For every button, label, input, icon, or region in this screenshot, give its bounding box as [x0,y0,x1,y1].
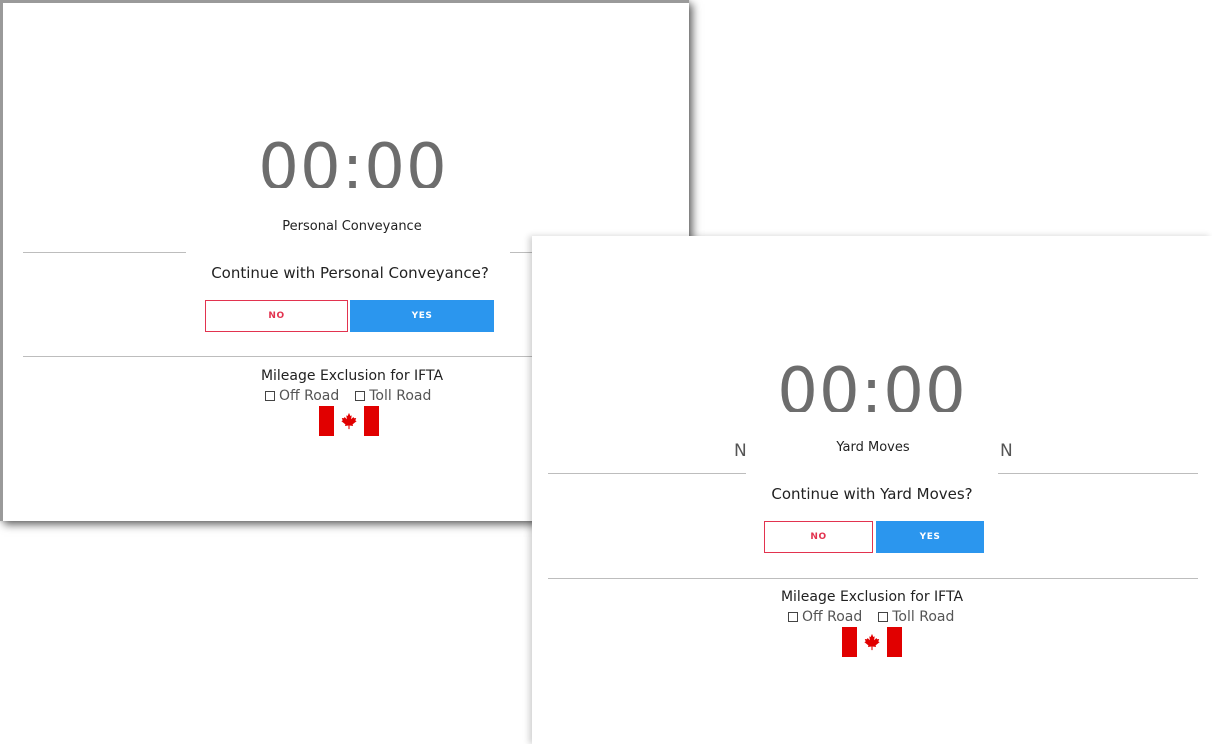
background-text: N [1000,441,1013,461]
no-button[interactable]: NO [205,300,348,332]
off-road-checkbox[interactable]: Off Road [788,609,862,625]
divider [23,356,533,357]
off-road-label: Off Road [279,388,340,404]
mileage-exclusion-title: Mileage Exclusion for IFTA [260,368,444,384]
off-road-label: Off Road [802,609,863,625]
checkbox-icon [265,391,275,401]
status-title: Yard Moves [836,440,910,455]
divider [548,473,746,474]
checkbox-icon [788,612,798,622]
toll-road-label: Toll Road [369,388,432,404]
toll-road-checkbox[interactable]: Toll Road [878,609,954,625]
checkbox-icon [878,612,889,622]
mileage-options: Off Road Toll Road [265,388,431,404]
divider [23,252,186,253]
status-title: Personal Conveyance [282,219,422,234]
toll-road-checkbox[interactable]: Toll Road [355,388,431,404]
confirmation-question: Continue with Yard Moves? [771,485,973,503]
divider [548,578,1198,579]
background-text: N [734,441,747,461]
checkbox-icon [355,391,366,401]
yes-button[interactable]: YES [350,300,494,332]
confirmation-question: Continue with Personal Conveyance? [211,264,489,282]
divider [998,473,1198,474]
off-road-checkbox[interactable]: Off Road [265,388,339,404]
mileage-exclusion-title: Mileage Exclusion for IFTA [780,589,964,605]
toll-road-label: Toll Road [892,609,955,625]
canada-flag-icon[interactable] [842,627,902,657]
mileage-options: Off Road Toll Road [788,609,954,625]
divider [510,252,532,253]
no-button[interactable]: NO [764,521,873,553]
yard-moves-screen: 00:00 N N Yard Moves Continue with Yard … [532,236,1212,744]
canada-flag-icon[interactable] [319,406,379,436]
yes-button[interactable]: YES [876,521,984,553]
timer-display: 00:00 [777,360,967,412]
timer-display: 00:00 [258,136,448,188]
